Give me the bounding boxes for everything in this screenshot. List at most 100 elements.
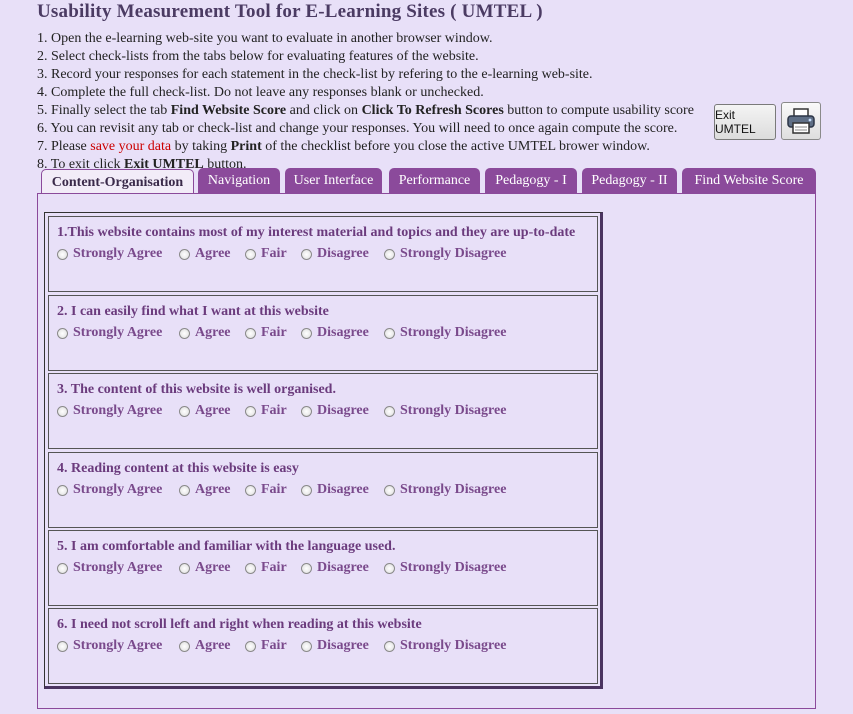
instruction-3: 3. Record your responses for each statem… bbox=[37, 67, 593, 82]
question-2: 2. I can easily find what I want at this… bbox=[48, 295, 598, 371]
radio-button[interactable] bbox=[179, 327, 190, 339]
radio-button[interactable] bbox=[245, 405, 256, 417]
question-text: 4. Reading content at this website is ea… bbox=[57, 461, 299, 476]
radio-button[interactable] bbox=[179, 248, 190, 260]
option-agree[interactable]: Agree bbox=[179, 638, 231, 654]
checklist-questions: 1.This website contains most of my inter… bbox=[44, 212, 603, 689]
option-label: Disagree bbox=[317, 403, 369, 418]
option-disagree[interactable]: Disagree bbox=[301, 482, 369, 498]
option-disagree[interactable]: Disagree bbox=[301, 638, 369, 654]
instruction-7: 7. Please save your data by taking Print… bbox=[37, 138, 717, 156]
radio-button[interactable] bbox=[384, 405, 395, 417]
question-text: 1.This website contains most of my inter… bbox=[57, 225, 576, 240]
radio-button[interactable] bbox=[57, 484, 68, 496]
radio-button[interactable] bbox=[301, 327, 312, 339]
question-1: 1.This website contains most of my inter… bbox=[48, 216, 598, 292]
option-label: Strongly Disagree bbox=[400, 325, 507, 340]
option-label: Agree bbox=[195, 246, 231, 261]
option-label: Agree bbox=[195, 325, 231, 340]
option-fair[interactable]: Fair bbox=[245, 246, 287, 262]
radio-button[interactable] bbox=[57, 405, 68, 417]
radio-button[interactable] bbox=[384, 640, 395, 652]
option-label: Strongly Disagree bbox=[400, 638, 507, 653]
tab-pedagogy-2[interactable]: Pedagogy - II bbox=[582, 168, 677, 194]
option-disagree[interactable]: Disagree bbox=[301, 403, 369, 419]
instruction-5-button-name: Click To Refresh Scores bbox=[361, 103, 504, 118]
radio-button[interactable] bbox=[301, 248, 312, 260]
radio-button[interactable] bbox=[57, 640, 68, 652]
radio-button[interactable] bbox=[301, 405, 312, 417]
radio-button[interactable] bbox=[301, 562, 312, 574]
tab-user-interface[interactable]: User Interface bbox=[285, 168, 382, 194]
option-label: Fair bbox=[261, 638, 287, 653]
option-strongly-agree[interactable]: Strongly Agree bbox=[57, 246, 162, 262]
option-strongly-agree[interactable]: Strongly Agree bbox=[57, 482, 162, 498]
radio-button[interactable] bbox=[384, 484, 395, 496]
option-fair[interactable]: Fair bbox=[245, 638, 287, 654]
tab-navigation[interactable]: Navigation bbox=[198, 168, 280, 194]
tab-content-organisation[interactable]: Content-Organisation bbox=[41, 169, 194, 196]
option-label: Strongly Disagree bbox=[400, 246, 507, 261]
option-disagree[interactable]: Disagree bbox=[301, 325, 369, 341]
radio-button[interactable] bbox=[301, 640, 312, 652]
option-disagree[interactable]: Disagree bbox=[301, 560, 369, 576]
instruction-4: 4. Complete the full check-list. Do not … bbox=[37, 85, 484, 100]
option-strongly-disagree[interactable]: Strongly Disagree bbox=[384, 638, 506, 654]
option-agree[interactable]: Agree bbox=[179, 403, 231, 419]
option-label: Strongly Disagree bbox=[400, 403, 507, 418]
printer-icon bbox=[787, 108, 815, 134]
page-title: Usability Measurement Tool for E-Learnin… bbox=[37, 1, 543, 22]
option-label: Strongly Agree bbox=[73, 482, 163, 497]
tab-pedagogy-1[interactable]: Pedagogy - I bbox=[485, 168, 577, 194]
option-fair[interactable]: Fair bbox=[245, 403, 287, 419]
option-agree[interactable]: Agree bbox=[179, 246, 231, 262]
radio-button[interactable] bbox=[57, 327, 68, 339]
radio-button[interactable] bbox=[384, 327, 395, 339]
radio-button[interactable] bbox=[57, 562, 68, 574]
option-strongly-agree[interactable]: Strongly Agree bbox=[57, 638, 162, 654]
question-text: 6. I need not scroll left and right when… bbox=[57, 617, 422, 632]
radio-button[interactable] bbox=[179, 405, 190, 417]
option-fair[interactable]: Fair bbox=[245, 560, 287, 576]
question-4: 4. Reading content at this website is ea… bbox=[48, 452, 598, 528]
question-text: 2. I can easily find what I want at this… bbox=[57, 304, 329, 319]
radio-button[interactable] bbox=[245, 640, 256, 652]
radio-button[interactable] bbox=[179, 640, 190, 652]
option-label: Disagree bbox=[317, 482, 369, 497]
radio-button[interactable] bbox=[57, 248, 68, 260]
exit-umtel-button[interactable]: Exit UMTEL bbox=[714, 104, 776, 140]
option-strongly-disagree[interactable]: Strongly Disagree bbox=[384, 403, 506, 419]
print-button[interactable] bbox=[781, 102, 821, 140]
option-disagree[interactable]: Disagree bbox=[301, 246, 369, 262]
option-strongly-disagree[interactable]: Strongly Disagree bbox=[384, 246, 506, 262]
option-label: Disagree bbox=[317, 325, 369, 340]
instructions: 1. Open the e-learning web-site you want… bbox=[37, 30, 717, 174]
radio-button[interactable] bbox=[384, 562, 395, 574]
option-strongly-agree[interactable]: Strongly Agree bbox=[57, 325, 162, 341]
option-strongly-agree[interactable]: Strongly Agree bbox=[57, 403, 162, 419]
option-fair[interactable]: Fair bbox=[245, 325, 287, 341]
option-agree[interactable]: Agree bbox=[179, 325, 231, 341]
radio-button[interactable] bbox=[245, 562, 256, 574]
radio-button[interactable] bbox=[301, 484, 312, 496]
option-strongly-disagree[interactable]: Strongly Disagree bbox=[384, 482, 506, 498]
radio-button[interactable] bbox=[245, 248, 256, 260]
option-strongly-disagree[interactable]: Strongly Disagree bbox=[384, 325, 506, 341]
instruction-5-tab-name: Find Website Score bbox=[170, 103, 287, 118]
radio-button[interactable] bbox=[179, 484, 190, 496]
instruction-1: 1. Open the e-learning web-site you want… bbox=[37, 31, 493, 46]
tab-find-website-score[interactable]: Find Website Score bbox=[682, 168, 816, 194]
radio-button[interactable] bbox=[384, 248, 395, 260]
option-strongly-disagree[interactable]: Strongly Disagree bbox=[384, 560, 506, 576]
option-strongly-agree[interactable]: Strongly Agree bbox=[57, 560, 162, 576]
instruction-5-text-2: and click on bbox=[286, 103, 362, 118]
radio-button[interactable] bbox=[179, 562, 190, 574]
option-agree[interactable]: Agree bbox=[179, 560, 231, 576]
option-label: Strongly Agree bbox=[73, 246, 163, 261]
radio-button[interactable] bbox=[245, 484, 256, 496]
radio-button[interactable] bbox=[245, 327, 256, 339]
option-fair[interactable]: Fair bbox=[245, 482, 287, 498]
option-label: Strongly Disagree bbox=[400, 560, 507, 575]
tab-performance[interactable]: Performance bbox=[389, 168, 480, 194]
option-agree[interactable]: Agree bbox=[179, 482, 231, 498]
